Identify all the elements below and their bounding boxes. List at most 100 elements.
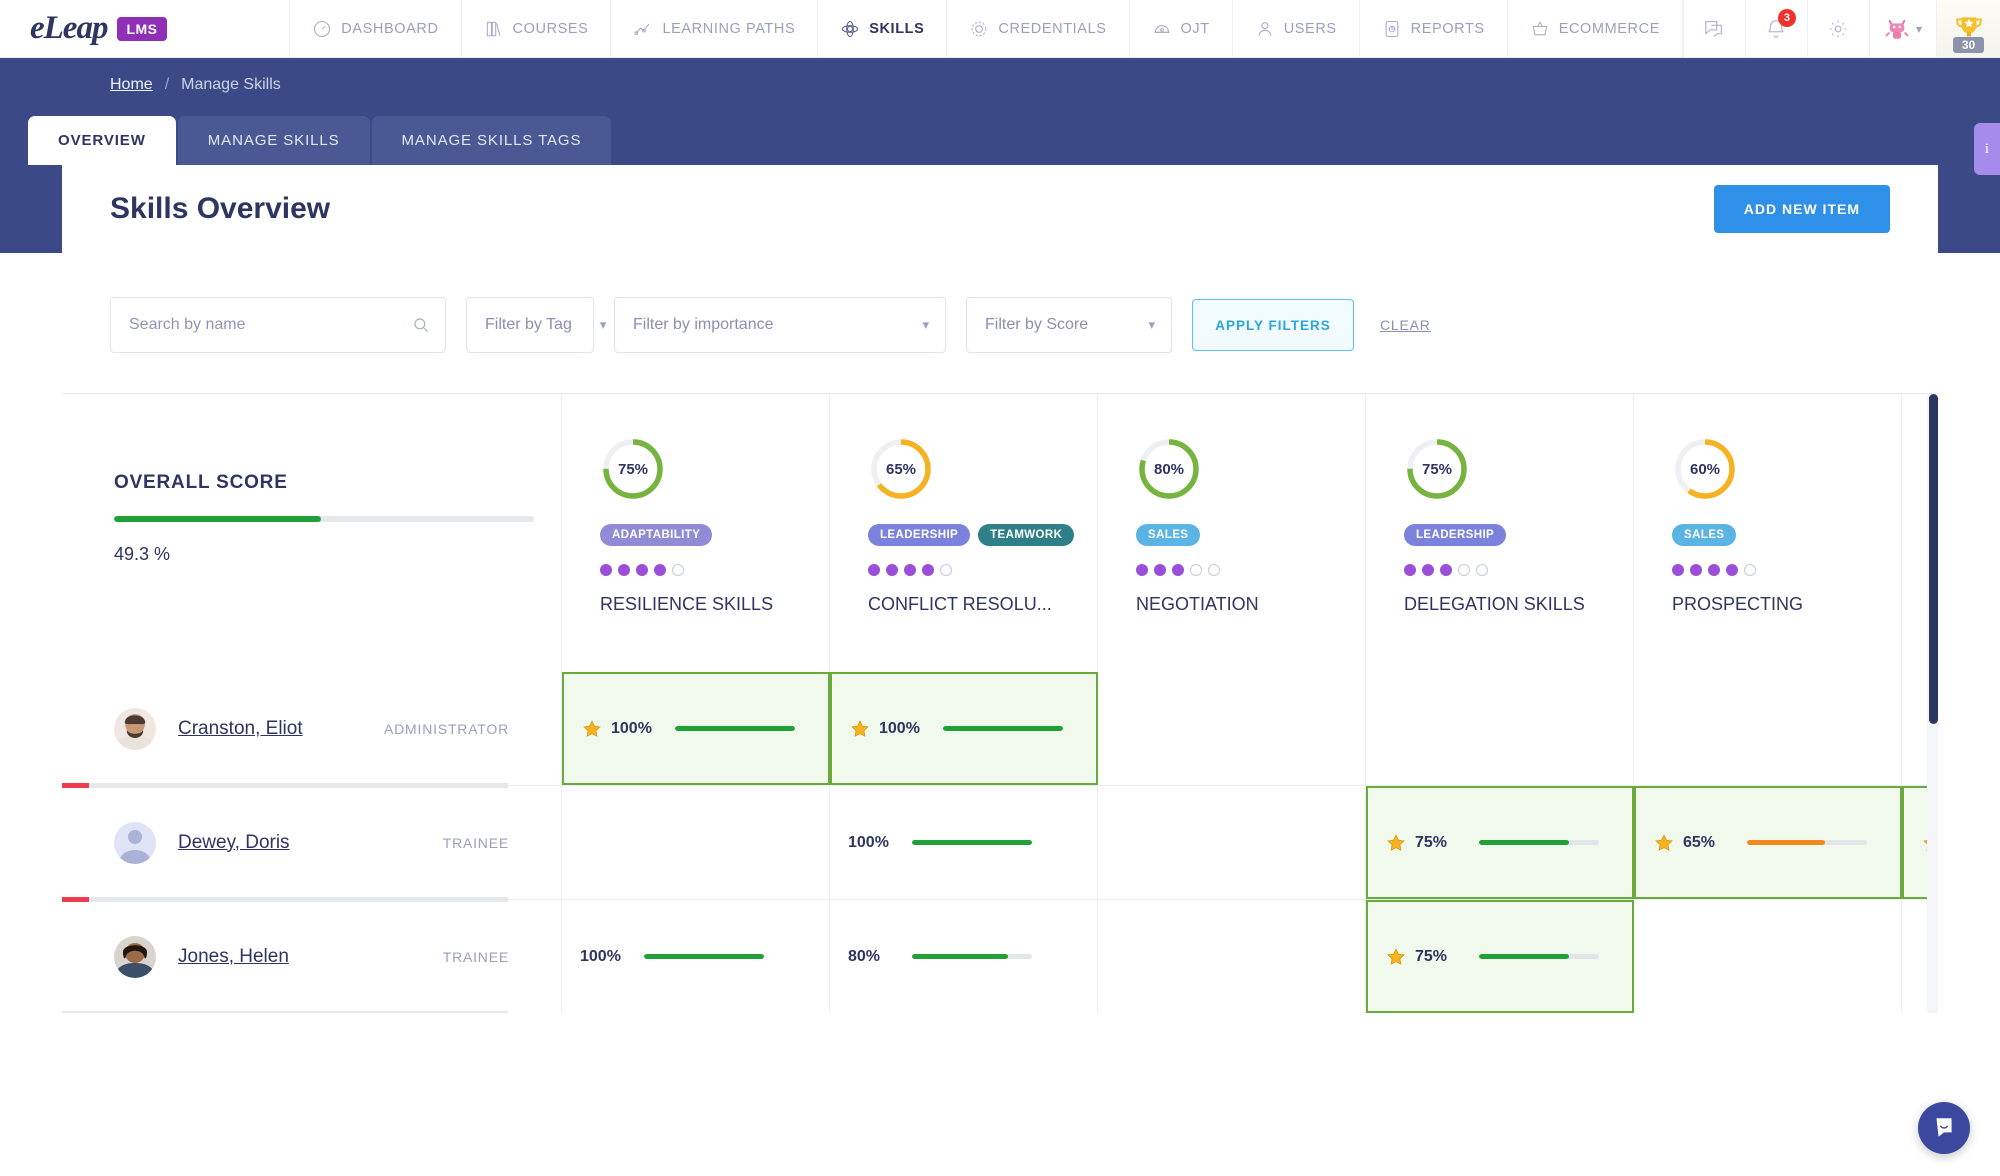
skill-column-5: 60% SALES PROSPECTING (1634, 394, 1902, 672)
importance-dot (1154, 564, 1166, 576)
skill-score-cell[interactable]: 100% (830, 672, 1098, 785)
importance-dot (1690, 564, 1702, 576)
vertical-scrollbar-track[interactable] (1927, 394, 1938, 1013)
nav-item-courses[interactable]: COURSES (460, 0, 611, 57)
importance-dot (1744, 564, 1756, 576)
star-icon (851, 719, 869, 737)
skill-score-donut: 80% (1136, 436, 1202, 502)
skill-importance-dots (1136, 564, 1220, 576)
search-input[interactable] (110, 297, 446, 353)
skill-score-cell[interactable]: 65% (1634, 786, 1902, 899)
user-avatar-menu[interactable]: ▾ (1868, 0, 1936, 57)
skill-score-cell[interactable] (1098, 786, 1366, 899)
nav-item-label: CREDENTIALS (998, 20, 1107, 37)
nav-right-icons: 3 ▾ 30 (1682, 0, 2000, 57)
skill-column-3: 80% SALES NEGOTIATION (1098, 394, 1366, 672)
info-side-tab[interactable]: i (1974, 123, 2000, 175)
nav-item-credentials[interactable]: CREDENTIALS (946, 0, 1128, 57)
messages-icon[interactable] (1682, 0, 1745, 57)
user-name-link[interactable]: Cranston, Eliot (178, 718, 303, 740)
cell-progress-bar (644, 954, 764, 959)
monster-avatar-icon (1885, 19, 1909, 39)
user-name-link[interactable]: Jones, Helen (178, 946, 289, 968)
skill-name[interactable]: DELEGATION SKILLS (1404, 594, 1585, 615)
add-new-item-button[interactable]: ADD NEW ITEM (1713, 185, 1890, 233)
nav-item-ojt[interactable]: OJT (1128, 0, 1232, 57)
skill-tag[interactable]: SALES (1672, 524, 1737, 546)
importance-dot (922, 564, 934, 576)
skill-score-cell[interactable] (1634, 900, 1902, 1013)
trophy-points-button[interactable]: 30 (1936, 0, 2000, 57)
filter-by-tag-select[interactable]: Filter by Tag ▾ (466, 297, 606, 353)
apply-filters-button[interactable]: APPLY FILTERS (1192, 299, 1354, 351)
skill-column-4: 75% LEADERSHIP DELEGATION SKILLS (1366, 394, 1634, 672)
filter-by-score-label: Filter by Score (985, 316, 1089, 333)
skill-tags: LEADERSHIP (1404, 524, 1507, 546)
app-logo[interactable]: eLeap LMS (0, 0, 289, 57)
user-name-link[interactable]: Dewey, Doris (178, 832, 290, 854)
skill-score-donut: 75% (600, 436, 666, 502)
main-nav-items: DASHBOARD COURSES LEARNING PATHS SKILLS CRED… (289, 0, 1683, 57)
breadcrumb-home-link[interactable]: Home (110, 76, 153, 94)
vertical-scrollbar-thumb[interactable] (1929, 394, 1938, 724)
tab-manage-skills[interactable]: MANAGE SKILLS (177, 116, 370, 165)
skill-score-cell[interactable]: 100% (562, 672, 830, 785)
user-cell: Cranston, Eliot ADMINISTRATOR (62, 672, 562, 788)
skill-score-cell[interactable] (562, 786, 830, 899)
chat-support-button[interactable] (1918, 1102, 1970, 1154)
skill-name[interactable]: PROSPECTING (1672, 594, 1803, 615)
nav-item-ecommerce[interactable]: ECOMMERCE (1506, 0, 1683, 57)
cell-score-value: 65% (1683, 833, 1716, 851)
importance-dot (1440, 564, 1452, 576)
skill-score-cell[interactable] (1098, 672, 1366, 785)
skill-score-cell[interactable]: 80% (830, 900, 1098, 1013)
cell-progress-bar (1479, 954, 1599, 959)
nav-item-dashboard[interactable]: DASHBOARD (289, 0, 460, 57)
skill-score-value: 75% (1421, 460, 1453, 478)
skill-name[interactable]: RESILIENCE SKILLS (600, 594, 773, 615)
star-icon (1387, 833, 1405, 851)
search-icon (414, 318, 429, 333)
importance-dot (618, 564, 630, 576)
basket-icon (1532, 20, 1548, 35)
skill-score-cell[interactable] (1366, 672, 1634, 785)
skill-score-cell[interactable] (1098, 900, 1366, 1013)
filter-by-importance-select[interactable]: Filter by importance ▾ (614, 297, 946, 353)
skill-tag[interactable]: LEADERSHIP (868, 524, 971, 546)
skill-name[interactable]: NEGOTIATION (1136, 594, 1259, 615)
notifications-bell-icon[interactable]: 3 (1744, 0, 1807, 57)
nav-item-users[interactable]: USERS (1231, 0, 1359, 57)
skill-importance-dots (1672, 564, 1756, 576)
page-title: Skills Overview (110, 192, 331, 225)
skill-score-cell[interactable]: 75% (1366, 900, 1634, 1013)
settings-gear-icon[interactable] (1806, 0, 1869, 57)
skill-score-cell[interactable]: 75% (1366, 786, 1634, 899)
nav-item-reports[interactable]: REPORTS (1358, 0, 1507, 57)
clear-filters-button[interactable]: CLEAR (1374, 317, 1437, 333)
tab-overview[interactable]: OVERVIEW (28, 116, 176, 165)
skill-score-cell[interactable] (1634, 672, 1902, 785)
nav-item-label: LEARNING PATHS (662, 20, 796, 37)
notification-badge: 3 (1777, 9, 1796, 27)
skill-tag[interactable]: LEADERSHIP (1404, 524, 1507, 546)
filter-by-score-select[interactable]: Filter by Score ▾ (966, 297, 1172, 353)
importance-dot (1672, 564, 1684, 576)
skill-name[interactable]: CONFLICT RESOLU... (868, 594, 1052, 615)
skill-score-cell[interactable]: 100% (562, 900, 830, 1013)
nav-item-skills[interactable]: SKILLS (817, 0, 946, 57)
skill-tag[interactable]: TEAMWORK (978, 524, 1075, 546)
importance-dot (1404, 564, 1416, 576)
nav-item-learning-paths[interactable]: LEARNING PATHS (610, 0, 817, 57)
skill-score-cell[interactable]: 100% (830, 786, 1098, 899)
speedometer-icon (314, 20, 331, 37)
nav-item-label: SKILLS (869, 20, 925, 37)
skill-tag[interactable]: ADAPTABILITY (600, 524, 713, 546)
skill-tag[interactable]: SALES (1136, 524, 1201, 546)
skill-importance-dots (600, 564, 684, 576)
breadcrumb: Home / Manage Skills (0, 76, 2000, 94)
helmet-icon (1154, 24, 1170, 33)
books-icon (486, 21, 500, 36)
chevron-down-icon: ▾ (922, 317, 929, 332)
matrix-data-rows: Cranston, Eliot ADMINISTRATOR 100% 100% Dewe… (62, 672, 1938, 1013)
tab-manage-skills-tags[interactable]: MANAGE SKILLS TAGS (371, 116, 612, 165)
